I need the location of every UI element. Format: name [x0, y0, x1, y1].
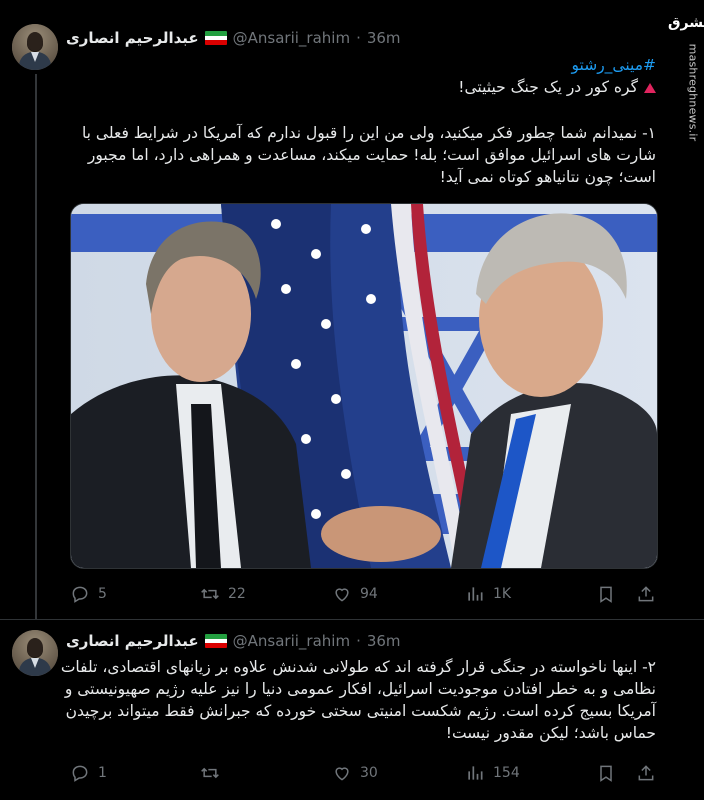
red-triangle-icon — [644, 82, 656, 93]
views-chart-icon — [468, 587, 483, 601]
tweet-actions: 1 30 154 — [70, 762, 656, 784]
separator-dot: · — [356, 29, 361, 47]
tweet-1[interactable]: عبدالرحیم انصاری @Ansarii_rahim · 36m #م… — [0, 0, 704, 620]
heart-icon — [335, 588, 349, 602]
reply-icon — [72, 765, 88, 782]
views-button[interactable]: 154 — [465, 762, 520, 784]
tweet-actions: 5 22 94 1K — [70, 583, 656, 605]
heart-icon — [335, 767, 349, 781]
retweet-button[interactable]: 22 — [200, 583, 246, 605]
views-count: 154 — [493, 765, 520, 781]
retweet-icon — [201, 588, 219, 600]
share-button[interactable] — [636, 583, 656, 605]
tweet-body: ۲- اینها ناخواسته در جنگی قرار گرفته اند… — [60, 658, 656, 742]
reply-button[interactable]: 1 — [70, 762, 107, 784]
retweet-count: 22 — [228, 586, 246, 602]
photo-illustration — [71, 204, 657, 568]
tweet-header: عبدالرحیم انصاری @Ansarii_rahim · 36m — [66, 27, 401, 49]
avatar[interactable] — [12, 630, 58, 676]
views-chart-icon — [468, 766, 483, 780]
views-count: 1K — [493, 586, 512, 602]
like-button[interactable]: 30 — [332, 762, 378, 784]
reply-button[interactable]: 5 — [70, 583, 107, 605]
hashtag-link[interactable]: #مینی_رشتو — [572, 56, 656, 74]
reply-icon — [72, 586, 88, 603]
author-name[interactable]: عبدالرحیم انصاری — [66, 632, 199, 650]
bookmark-icon — [600, 586, 612, 603]
bookmark-icon — [600, 765, 612, 782]
author-handle[interactable]: @Ansarii_rahim — [233, 632, 350, 650]
retweet-button[interactable] — [200, 762, 228, 784]
timestamp[interactable]: 36m — [367, 29, 401, 47]
tweet-2[interactable]: عبدالرحیم انصاری @Ansarii_rahim · 36m ۲-… — [0, 620, 704, 800]
headline-text: گره کور در یک جنگ حیثیتی! — [458, 78, 638, 96]
share-icon — [638, 586, 654, 602]
thread-connector — [35, 74, 37, 620]
separator-dot: · — [356, 632, 361, 650]
reply-count: 5 — [98, 586, 107, 602]
tweet-photo[interactable] — [70, 203, 658, 569]
bookmark-button[interactable] — [596, 583, 616, 605]
tweet-headline: گره کور در یک جنگ حیثیتی! — [76, 76, 656, 98]
author-handle[interactable]: @Ansarii_rahim — [233, 29, 350, 47]
author-name[interactable]: عبدالرحیم انصاری — [66, 29, 199, 47]
like-count: 94 — [360, 586, 378, 602]
tweet-hashtag-line: #مینی_رشتو — [76, 54, 656, 76]
retweet-icon — [201, 767, 219, 779]
like-count: 30 — [360, 765, 378, 781]
tweet-body: ۱- نمیدانم شما چطور فکر میکنید، ولی من ا… — [81, 124, 656, 186]
like-button[interactable]: 94 — [332, 583, 378, 605]
iran-flag-icon — [204, 31, 227, 45]
tweet-header: عبدالرحیم انصاری @Ansarii_rahim · 36m — [66, 630, 401, 652]
bookmark-button[interactable] — [596, 762, 616, 784]
iran-flag-icon — [204, 634, 227, 648]
timestamp[interactable]: 36m — [367, 632, 401, 650]
share-button[interactable] — [636, 762, 656, 784]
views-button[interactable]: 1K — [465, 583, 511, 605]
reply-count: 1 — [98, 765, 107, 781]
share-icon — [638, 765, 654, 781]
avatar[interactable] — [12, 24, 58, 70]
